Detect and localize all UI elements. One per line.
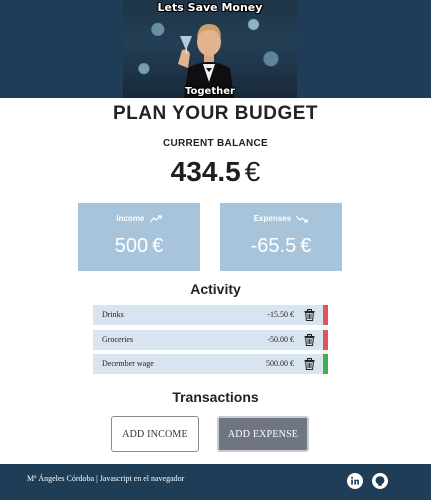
- linkedin-icon[interactable]: [347, 473, 363, 489]
- activity-title: Activity: [190, 281, 241, 297]
- activity-name: Drinks: [102, 310, 124, 319]
- expense-marker: [323, 329, 328, 350]
- expenses-currency: €: [300, 235, 312, 257]
- activity-list: Drinks -15.50 € Groceries -50.00 € Decem…: [93, 305, 328, 379]
- activity-amount: -15.50 €: [267, 310, 294, 319]
- expenses-card: Expenses -65.5 €: [220, 203, 342, 271]
- transactions-title: Transactions: [172, 389, 259, 405]
- expenses-total: -65.5: [250, 235, 297, 257]
- footer: Mª Ángeles Córdoba | Javascript en el na…: [0, 464, 431, 500]
- trash-icon[interactable]: [304, 333, 315, 346]
- page-title: PLAN YOUR BUDGET: [112, 103, 319, 124]
- income-card-header: Income: [78, 214, 200, 223]
- income-total: 500: [114, 235, 149, 257]
- trend-down-icon: [295, 215, 308, 223]
- activity-amount: 500.00 €: [266, 359, 294, 368]
- income-currency: €: [152, 235, 164, 257]
- activity-row: Drinks -15.50 €: [93, 305, 328, 325]
- header-banner: Lets Save Money Together: [0, 0, 431, 98]
- expense-marker: [323, 305, 328, 325]
- income-card: Income 500 €: [78, 203, 200, 271]
- balance-currency: €: [244, 156, 261, 187]
- activity-amount: -50.00 €: [267, 334, 294, 344]
- github-icon[interactable]: [372, 473, 388, 489]
- expenses-card-label: Expenses: [253, 214, 292, 223]
- balance-label: CURRENT BALANCE: [162, 138, 269, 149]
- activity-name: Groceries: [102, 334, 134, 344]
- activity-name: December wage: [102, 359, 154, 368]
- balance-amount: 434.5: [170, 156, 241, 187]
- hero-meme-image: Lets Save Money Together: [123, 0, 297, 98]
- income-card-label: Income: [116, 214, 145, 223]
- meme-caption-top: Lets Save Money: [157, 1, 263, 14]
- footer-credit: Mª Ángeles Córdoba | Javascript en el na…: [27, 474, 185, 483]
- trash-icon[interactable]: [304, 358, 315, 370]
- income-marker: [323, 354, 328, 374]
- meme-caption-bottom: Together: [185, 86, 235, 97]
- trend-up-icon: [149, 215, 162, 223]
- trash-icon[interactable]: [304, 309, 315, 321]
- income-card-amount: 500 €: [78, 235, 200, 258]
- add-expense-button[interactable]: ADD EXPENSE: [217, 416, 309, 452]
- balance-value: 434.5 €: [0, 156, 431, 188]
- activity-row: December wage 500.00 €: [93, 354, 328, 374]
- add-income-button[interactable]: ADD INCOME: [111, 416, 199, 452]
- expenses-card-amount: -65.5 €: [220, 235, 342, 258]
- activity-row: Groceries -50.00 €: [93, 329, 328, 350]
- expenses-card-header: Expenses: [220, 214, 342, 223]
